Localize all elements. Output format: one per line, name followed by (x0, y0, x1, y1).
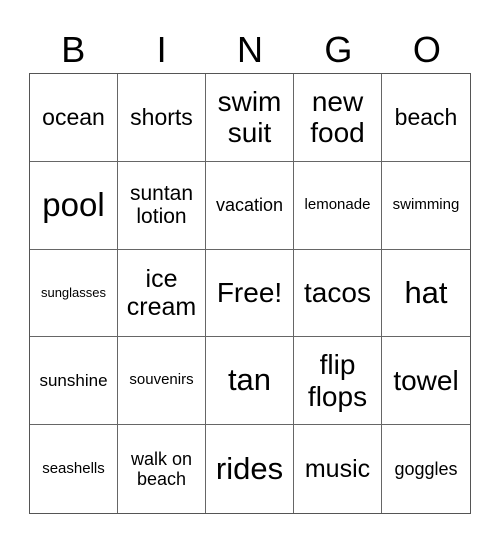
bingo-cell[interactable]: flip flops (294, 337, 382, 426)
bingo-cell[interactable]: rides (206, 425, 294, 513)
bingo-cell[interactable]: seashells (30, 425, 118, 513)
header-letter-i: I (156, 29, 167, 70)
bingo-grid: ocean shorts swim suit new food beach po… (29, 73, 471, 514)
bingo-cell[interactable]: goggles (382, 425, 470, 513)
header-letter-o: O (412, 29, 441, 70)
bingo-cell[interactable]: ice cream (118, 249, 206, 338)
bingo-cell[interactable]: swim suit (206, 74, 294, 162)
bingo-cell[interactable]: ocean (30, 74, 118, 162)
bingo-cell[interactable]: vacation (206, 161, 294, 250)
bingo-cell[interactable]: towel (382, 337, 470, 426)
bingo-cell[interactable]: souvenirs (118, 337, 206, 426)
bingo-cell[interactable]: tacos (294, 249, 382, 338)
bingo-cell[interactable]: shorts (118, 74, 206, 162)
bingo-cell[interactable]: walk on beach (118, 425, 206, 513)
bingo-cell[interactable]: hat (382, 250, 470, 338)
header-letter-g: G (324, 29, 353, 70)
header-letter-b: B (61, 29, 86, 70)
bingo-cell[interactable]: beach (382, 74, 470, 162)
bingo-cell[interactable]: swimming (382, 162, 470, 250)
bingo-cell[interactable]: new food (294, 74, 382, 162)
bingo-cell[interactable]: tan (206, 337, 294, 426)
header-letter-n: N (237, 29, 264, 70)
bingo-header: B I N G O (29, 28, 471, 72)
bingo-cell[interactable]: sunshine (30, 337, 118, 426)
free-space-cell[interactable]: Free! (206, 249, 294, 338)
bingo-cell[interactable]: music (294, 425, 382, 513)
bingo-cell[interactable]: sunglasses (30, 249, 118, 338)
bingo-cell[interactable]: pool (30, 161, 118, 250)
bingo-cell[interactable]: suntan lotion (118, 161, 206, 250)
bingo-cell[interactable]: lemonade (294, 161, 382, 250)
